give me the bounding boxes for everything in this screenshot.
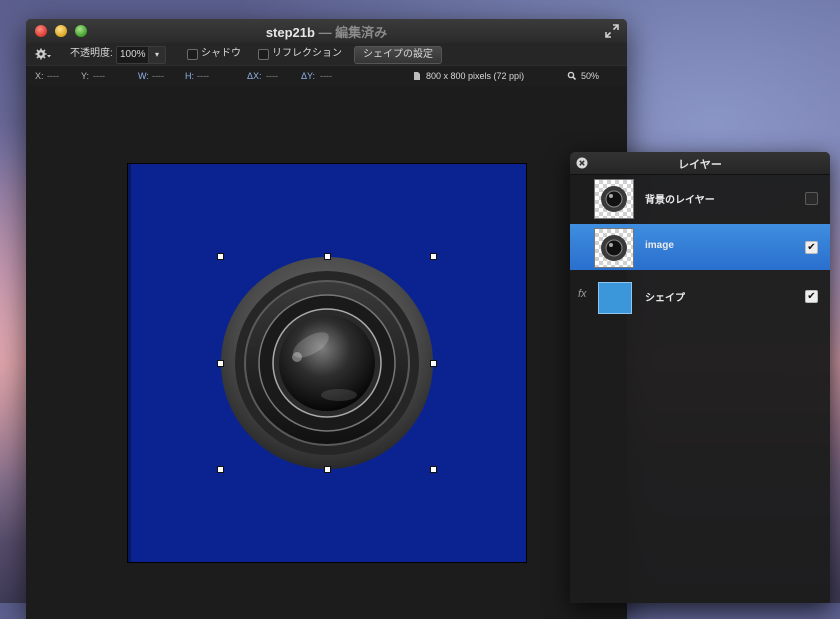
- artboard-edge: [128, 164, 131, 562]
- shadow-label[interactable]: シャドウ: [201, 43, 241, 65]
- camera-lens-image[interactable]: [219, 255, 435, 471]
- zoom-level[interactable]: 50%: [581, 66, 599, 86]
- x-label: X:: [35, 71, 44, 81]
- reflection-checkbox[interactable]: [258, 49, 269, 60]
- layer-name[interactable]: image: [645, 240, 674, 251]
- layers-panel: レイヤー 背景のレイヤー image ✔ fx シェイプ ✔: [570, 152, 830, 603]
- layer-name[interactable]: シェイプ: [645, 289, 685, 304]
- layer-row-image[interactable]: image ✔: [570, 224, 830, 270]
- reflection-label[interactable]: リフレクション: [272, 43, 342, 65]
- resize-handle-bottom[interactable]: [324, 466, 331, 473]
- layers-panel-title: レイヤー: [678, 159, 722, 171]
- dx-value: ----: [266, 71, 278, 81]
- y-value: ----: [93, 71, 105, 81]
- resize-handle-top-right[interactable]: [430, 253, 437, 260]
- resize-handle-left[interactable]: [217, 360, 224, 367]
- dy-value: ----: [320, 71, 332, 81]
- layer-visibility-checkbox[interactable]: ✔: [805, 290, 818, 303]
- shadow-checkbox[interactable]: [187, 49, 198, 60]
- toolbar: 不透明度: 100% ▾ シャドウ リフレクション シェイプの設定: [26, 43, 627, 65]
- resize-handle-bottom-right[interactable]: [430, 466, 437, 473]
- fullscreen-icon[interactable]: [605, 24, 619, 38]
- opacity-label: 不透明度:: [70, 48, 113, 59]
- resize-handle-right[interactable]: [430, 360, 437, 367]
- gear-icon[interactable]: [34, 43, 54, 65]
- document-name: step21b: [265, 25, 315, 40]
- info-bar: X: ---- Y: ---- W: ---- H: ---- ΔX: ----…: [26, 65, 627, 87]
- h-label: H:: [185, 71, 194, 81]
- layer-row-background[interactable]: 背景のレイヤー: [570, 175, 830, 221]
- canvas-area[interactable]: [26, 86, 627, 619]
- shape-settings-button[interactable]: シェイプの設定: [354, 46, 442, 64]
- layer-row-shape[interactable]: fx シェイプ ✔: [570, 273, 830, 319]
- fx-icon[interactable]: fx: [578, 288, 587, 300]
- edited-status: — 編集済み: [314, 25, 388, 40]
- layer-thumbnail: [594, 179, 634, 219]
- layer-thumbnail: [594, 228, 634, 268]
- resize-handle-top[interactable]: [324, 253, 331, 260]
- artboard[interactable]: [127, 163, 527, 563]
- w-label: W:: [138, 71, 149, 81]
- dropdown-arrow-icon[interactable]: ▾: [148, 46, 166, 64]
- document-icon: [413, 66, 421, 86]
- title-bar[interactable]: step21b — 編集済み: [26, 19, 627, 44]
- dy-label: ΔY:: [301, 71, 316, 81]
- layer-visibility-checkbox[interactable]: ✔: [805, 241, 818, 254]
- magnifier-icon[interactable]: [567, 66, 577, 86]
- h-value: ----: [197, 71, 209, 81]
- layer-name[interactable]: 背景のレイヤー: [645, 191, 715, 206]
- x-value: ----: [47, 71, 59, 81]
- image-editor-window: step21b — 編集済み 不透明度: 100% ▾ シャドウ リフレクション…: [26, 19, 627, 619]
- opacity-input[interactable]: 100%: [116, 46, 151, 64]
- document-size: 800 x 800 pixels (72 ppi): [426, 71, 525, 81]
- layers-panel-title-bar[interactable]: レイヤー: [570, 152, 830, 175]
- dx-label: ΔX:: [247, 71, 262, 81]
- window-title: step21b — 編集済み: [26, 22, 627, 41]
- layer-visibility-checkbox[interactable]: [805, 192, 818, 205]
- layer-thumbnail: [598, 282, 632, 314]
- resize-handle-bottom-left[interactable]: [217, 466, 224, 473]
- w-value: ----: [152, 71, 164, 81]
- resize-handle-top-left[interactable]: [217, 253, 224, 260]
- y-label: Y:: [81, 71, 90, 81]
